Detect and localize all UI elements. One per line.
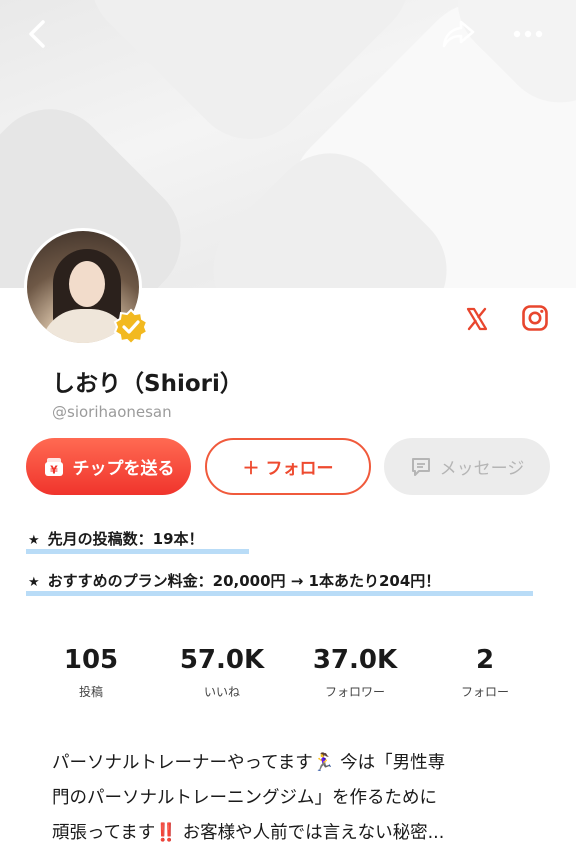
stat-label: フォロー <box>460 685 509 699</box>
highlight-note: ★ 先月の投稿数：19本！ <box>28 528 204 549</box>
display-name: しおり（Shiori） <box>52 371 243 397</box>
note-text: おすすめのプラン料金：20,000円 → 1本あたり204円！ <box>47 572 441 590</box>
back-button[interactable] <box>18 14 58 54</box>
send-tip-button[interactable]: ¥ チップを送る <box>26 438 191 495</box>
stat-followers[interactable]: 37.0K フォロワー <box>295 645 415 700</box>
stat-value: 57.0K <box>179 645 265 675</box>
follow-label: ＋ フォロー <box>242 459 334 479</box>
star-icon: ★ <box>28 575 40 590</box>
x-link[interactable] <box>462 304 492 334</box>
highlight-underline <box>26 591 533 596</box>
stat-value: 37.0K <box>312 645 398 675</box>
follow-button[interactable]: ＋ フォロー <box>205 438 371 495</box>
more-dots-icon <box>513 30 543 38</box>
highlight-underline <box>26 549 249 554</box>
svg-text:¥: ¥ <box>50 463 58 476</box>
send-tip-label: チップを送る <box>72 459 175 479</box>
stat-value: 105 <box>63 645 119 675</box>
message-button[interactable]: メッセージ <box>384 438 550 495</box>
message-icon <box>410 456 432 478</box>
instagram-icon[interactable] <box>521 304 549 332</box>
bio-line: パーソナルトレーナーやってます🏃‍♀️ 今は「男性専 <box>52 753 446 773</box>
share-arrow-icon <box>442 20 475 48</box>
profile-bio[interactable]: パーソナルトレーナーやってます🏃‍♀️ 今は「男性専 門のパーソナルトレーニング… <box>52 746 532 851</box>
note-text: 先月の投稿数：19本！ <box>47 530 204 548</box>
bio-line: 頑張ってます‼️ お客様や人前では言えない秘密... <box>52 823 445 843</box>
stat-label: いいね <box>203 685 240 699</box>
stat-posts[interactable]: 105 投稿 <box>31 645 151 700</box>
stat-following[interactable]: 2 フォロー <box>425 645 545 700</box>
stat-label: 投稿 <box>78 685 103 699</box>
avatar-face <box>69 261 105 307</box>
chevron-left-icon <box>29 20 45 48</box>
stat-value: 2 <box>475 645 495 675</box>
bio-line: 門のパーソナルトレーニングジム」を作るために <box>52 788 437 808</box>
stat-likes[interactable]: 57.0K いいね <box>162 645 282 700</box>
more-options-button[interactable] <box>508 14 548 54</box>
message-label: メッセージ <box>439 459 525 479</box>
stat-label: フォロワー <box>324 685 385 699</box>
x-icon <box>466 307 488 331</box>
star-icon: ★ <box>28 533 40 548</box>
user-handle: @siorihaonesan <box>52 403 172 421</box>
verified-badge-icon <box>113 308 149 346</box>
gift-yen-icon: ¥ <box>43 456 65 478</box>
share-button[interactable] <box>438 14 478 54</box>
highlight-note: ★ おすすめのプラン料金：20,000円 → 1本あたり204円！ <box>28 570 440 591</box>
